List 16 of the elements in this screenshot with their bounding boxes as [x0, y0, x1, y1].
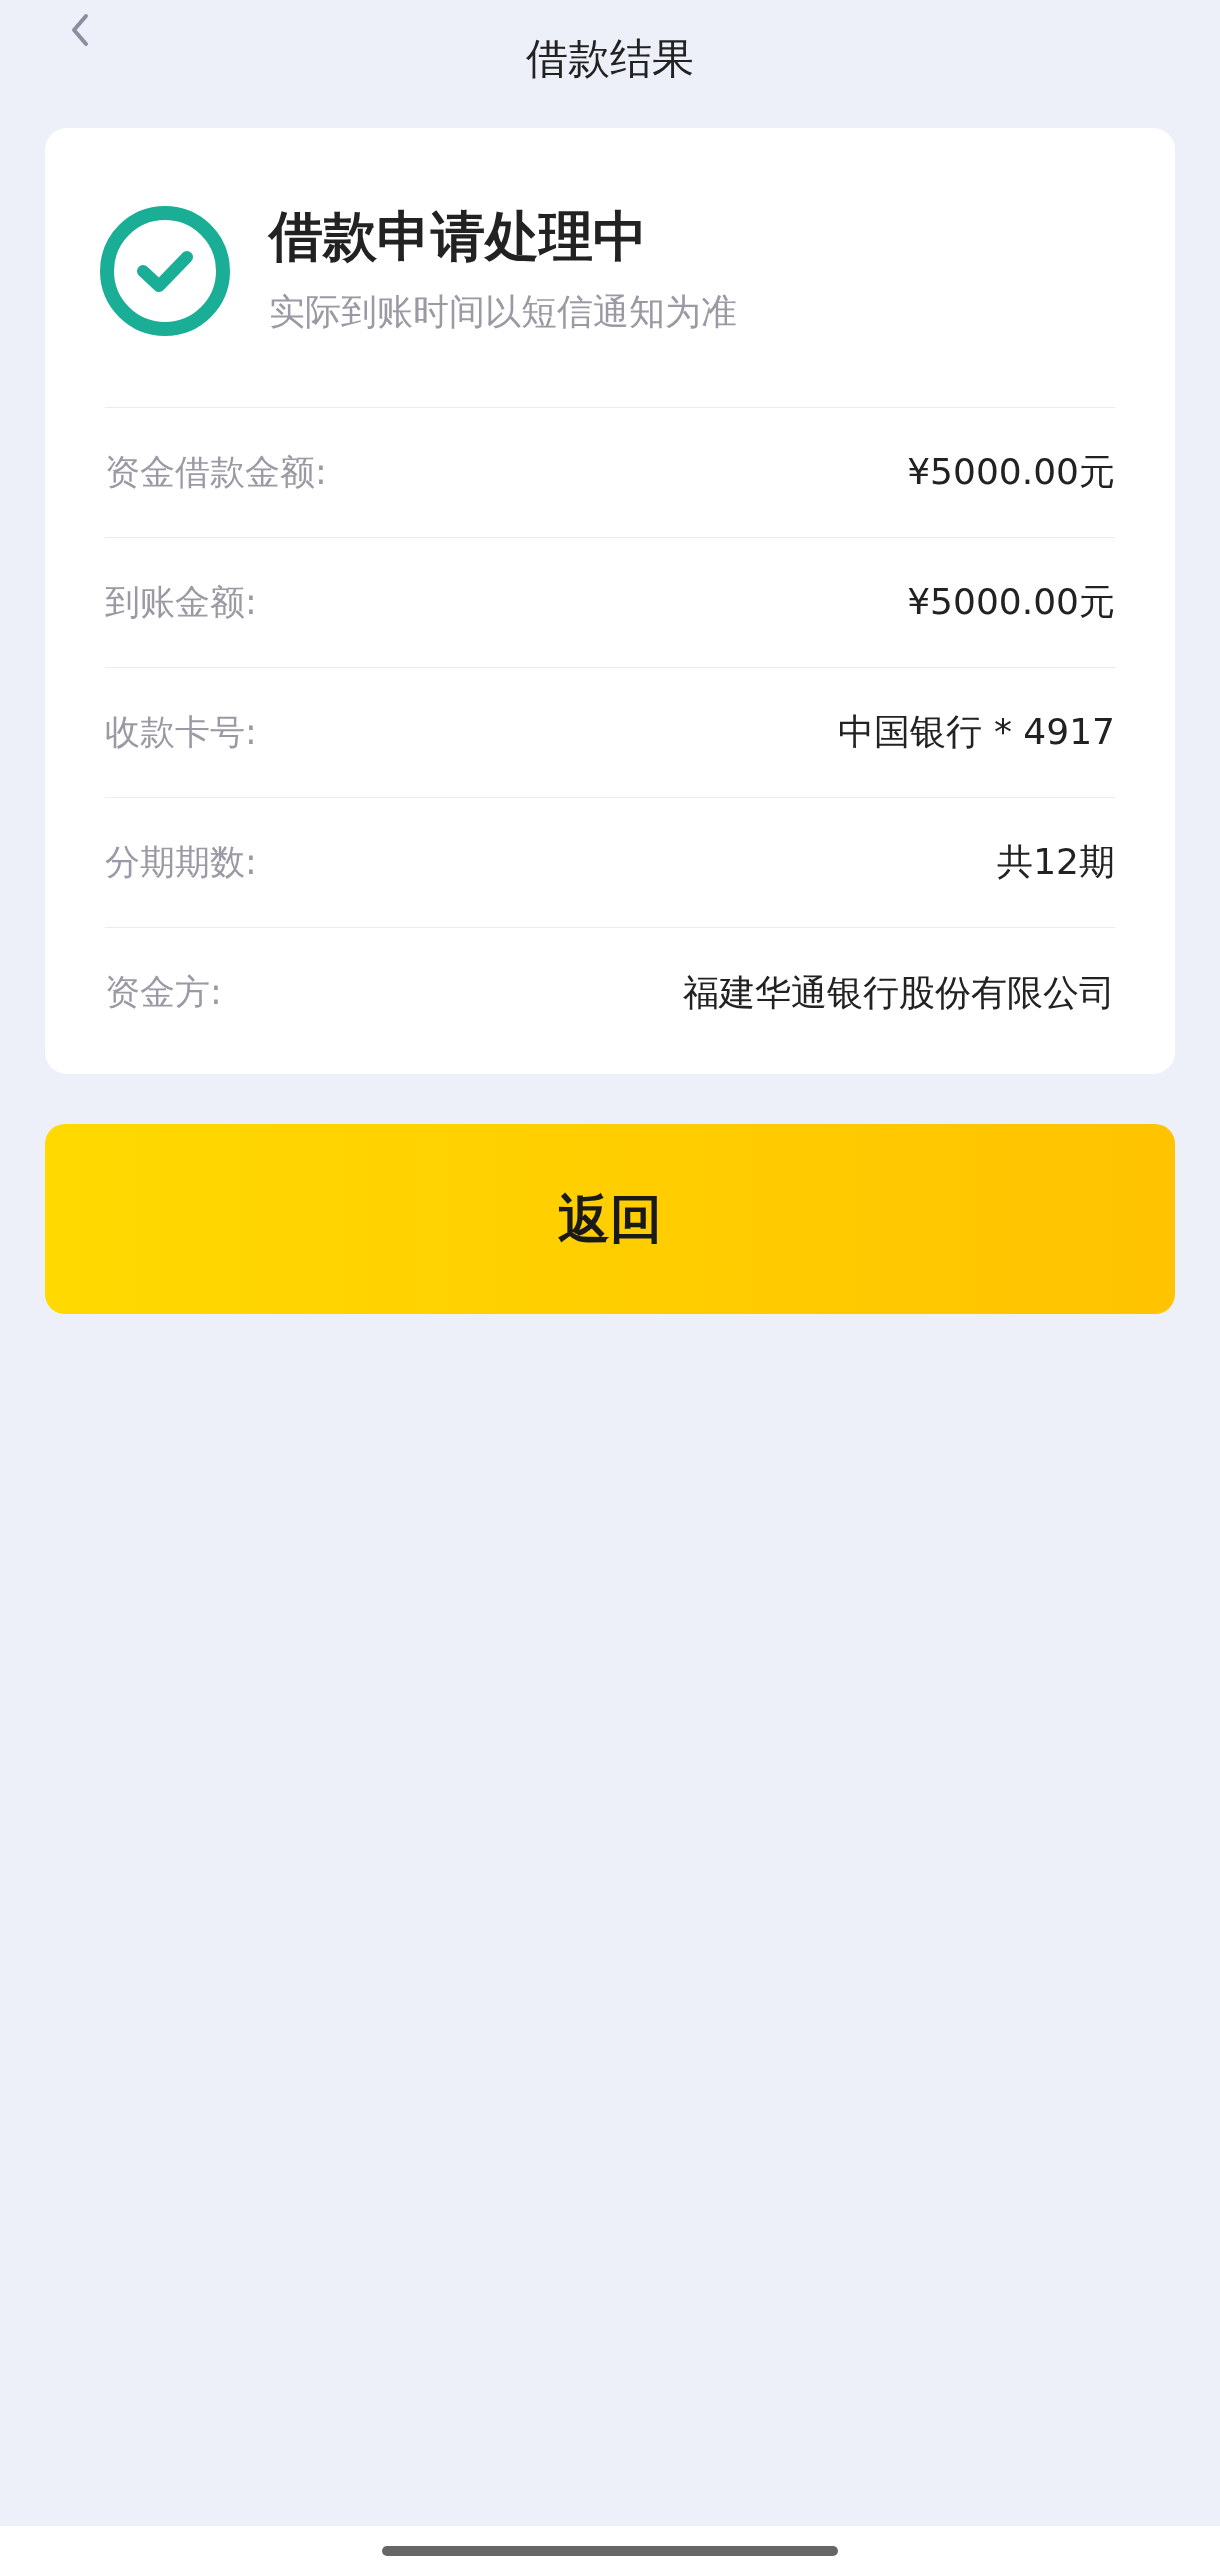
status-title: 借款申请处理中 — [269, 204, 648, 270]
row-value: 共12期 — [997, 840, 1115, 884]
back-icon — [70, 13, 90, 47]
row-label: 资金方: — [105, 971, 222, 1015]
row-label: 资金借款金额: — [105, 450, 327, 494]
row-label: 收款卡号: — [105, 710, 257, 754]
page-title: 借款结果 — [526, 32, 694, 85]
row-value: ¥5000.00元 — [907, 580, 1115, 624]
check-circle-icon — [99, 204, 231, 337]
return-button[interactable]: 返回 — [45, 1123, 1175, 1314]
row-label: 分期期数: — [105, 840, 257, 884]
row-value: ¥5000.00元 — [907, 450, 1115, 494]
status-subtitle: 实际到账时间以短信通知为准 — [269, 289, 737, 334]
row-label: 到账金额: — [105, 580, 257, 624]
row-value: 中国银行 * 4917 — [838, 710, 1115, 754]
row-value: 福建华通银行股份有限公司 — [683, 970, 1115, 1015]
